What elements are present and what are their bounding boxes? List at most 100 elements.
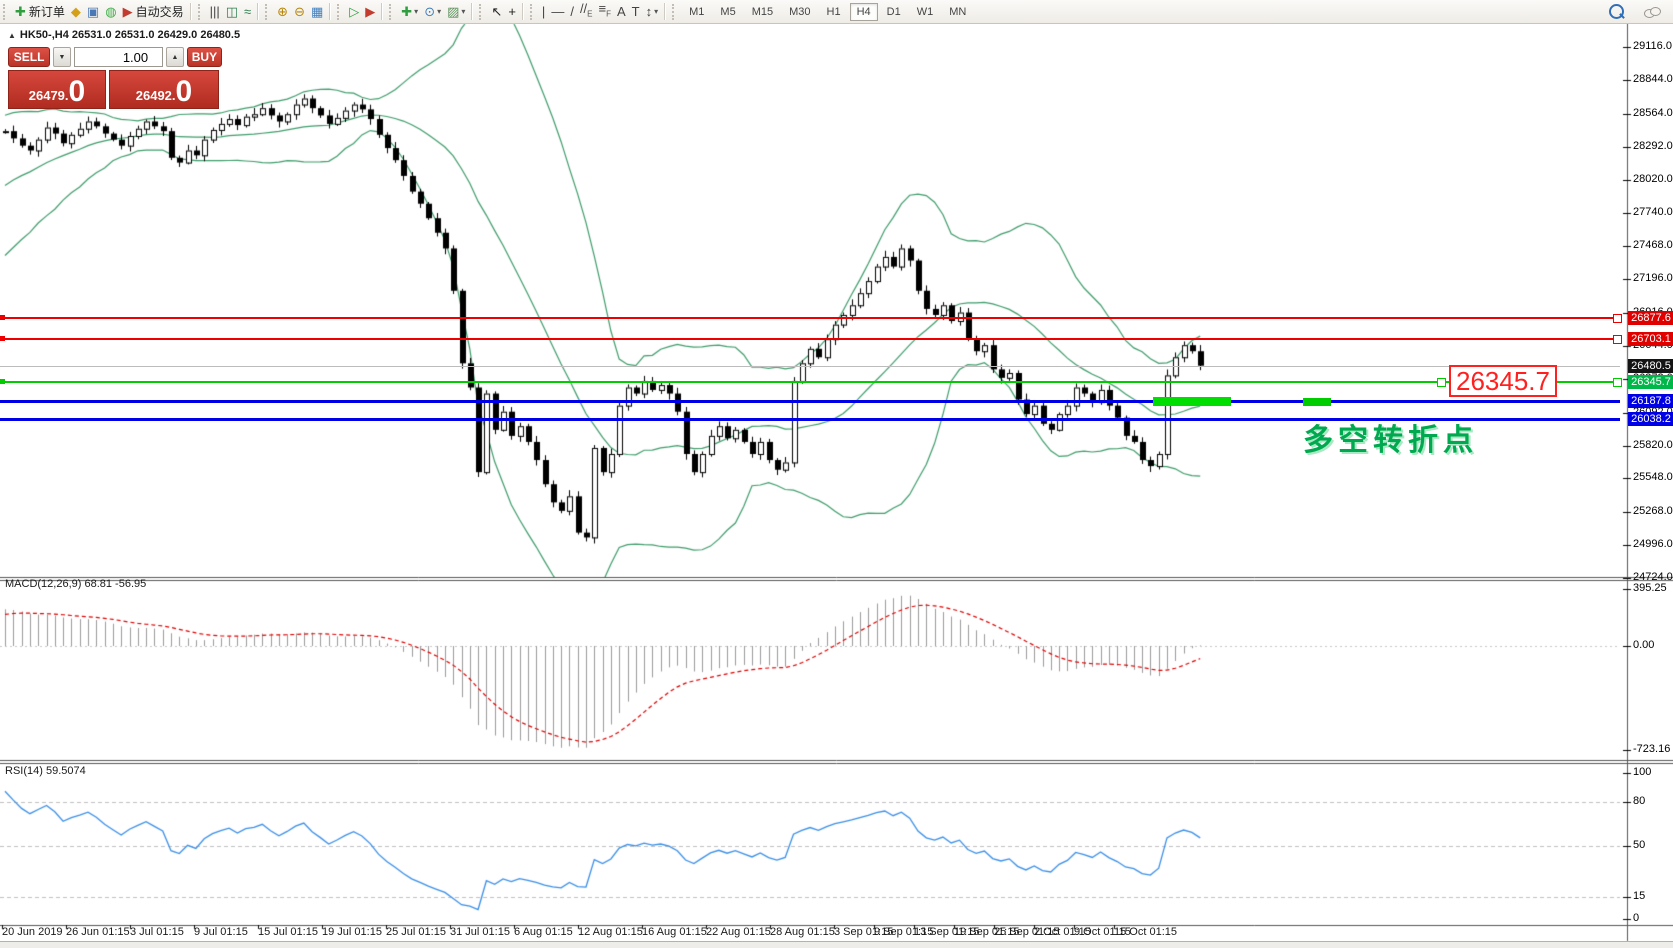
tile-windows-button[interactable]: ▦	[308, 2, 326, 22]
vertical-line-button[interactable]: |	[539, 2, 548, 22]
timeframe-h1-button[interactable]: H1	[820, 3, 848, 21]
sell-price-box[interactable]: 26479. 0	[8, 70, 106, 109]
toolbar-grip	[265, 3, 270, 20]
price-axis-tick: 27468.0	[1633, 239, 1673, 252]
status-bar	[0, 941, 1673, 948]
fibonacci-sub-letter: F	[606, 9, 611, 19]
volume-decrease-button[interactable]: ▼	[53, 47, 71, 67]
buy-button[interactable]: BUY	[186, 47, 222, 67]
toolbar-separator	[664, 3, 667, 20]
timeframe-m30-button[interactable]: M30	[782, 3, 817, 21]
volume-increase-button[interactable]: ▲	[166, 47, 184, 67]
crosshair-button[interactable]: +	[505, 2, 519, 22]
timeframe-m15-button[interactable]: M15	[745, 3, 780, 21]
search-button[interactable]	[1606, 2, 1627, 22]
new-order-label: 新订单	[28, 5, 65, 19]
fibonacci-button[interactable]: ≡F	[596, 1, 614, 22]
zoom-out-icon: ⊖	[294, 3, 305, 19]
line-end-handle[interactable]	[1613, 377, 1622, 387]
line-end-handle[interactable]	[1613, 313, 1622, 323]
date-axis-label: 15 Jul 01:15	[258, 926, 318, 938]
date-axis-label: 9 Jul 01:15	[194, 926, 248, 938]
new-order-button[interactable]: ✚ 新订单	[12, 2, 68, 22]
auto-trading-button[interactable]: ▶ 自动交易	[120, 2, 187, 22]
cursor-button[interactable]: ↖	[488, 2, 505, 22]
horizontal-line-object[interactable]	[0, 365, 1620, 367]
sell-button[interactable]: SELL	[8, 47, 51, 67]
date-axis-label: 31 Jul 01:15	[450, 926, 510, 938]
rsi-axis-tick: 15	[1633, 890, 1646, 903]
rsi-axis-tick: 80	[1633, 795, 1646, 808]
community-chat-button[interactable]	[1641, 2, 1663, 22]
macd-indicator-label: MACD(12,26,9) 68.81 -56.95	[5, 578, 147, 590]
templates-button[interactable]: ▨ ▾	[444, 2, 468, 22]
timeframe-mn-button[interactable]: MN	[942, 3, 973, 21]
periods-icon: ⊙	[424, 3, 436, 19]
volume-input[interactable]: 1.00	[73, 47, 164, 67]
signals-button[interactable]: ◍	[102, 2, 119, 22]
auto-scroll-button[interactable]: ▷	[346, 2, 362, 22]
templates-icon: ▨	[447, 3, 460, 19]
horizontal-line-button[interactable]: —	[548, 2, 567, 22]
green-line-midpoint-handle[interactable]	[1437, 377, 1446, 387]
periods-button[interactable]: ⊙ ▾	[421, 2, 444, 22]
chart-shift-button[interactable]: ▶	[362, 2, 378, 22]
price-axis-flag: 26345.7	[1628, 374, 1673, 389]
tile-windows-icon: ▦	[310, 3, 324, 19]
horizontal-line-object[interactable]	[0, 316, 1620, 319]
line-end-handle[interactable]	[1613, 334, 1622, 344]
templates-dropdown-icon[interactable]: ▾	[461, 7, 465, 16]
green-line-handle[interactable]	[1303, 398, 1331, 406]
timeframe-h4-button[interactable]: H4	[849, 2, 878, 21]
buy-price-frac: 0	[175, 75, 193, 108]
rsi-indicator-label: RSI(14) 59.5074	[5, 765, 86, 777]
buy-price-box[interactable]: 26492. 0	[109, 70, 219, 109]
market-watch-button[interactable]: ◆	[68, 2, 84, 22]
macd-axis-tick: -723.16	[1633, 743, 1671, 756]
periods-dropdown-icon[interactable]: ▾	[437, 7, 441, 16]
timeframe-w1-button[interactable]: W1	[910, 3, 941, 21]
price-callout-label[interactable]: 26345.7	[1449, 365, 1557, 397]
toolbar-grip	[3, 3, 8, 20]
data-window-icon: ▣	[86, 3, 100, 19]
search-icon	[1609, 4, 1624, 19]
line-start-handle[interactable]	[0, 314, 5, 320]
line-start-handle[interactable]	[0, 335, 5, 341]
horizontal-line-object[interactable]	[0, 337, 1620, 340]
chart-annotation-text[interactable]: 多空转折点	[1303, 415, 1478, 459]
thick-green-line-object[interactable]	[1153, 397, 1231, 406]
chart-shift-icon: ▶	[365, 3, 376, 19]
zoom-out-button[interactable]: ⊖	[291, 2, 308, 22]
trendline-button[interactable]: /	[567, 2, 577, 22]
horizontal-line-icon: —	[551, 3, 565, 19]
arrows-button[interactable]: ↕ ▾	[643, 2, 662, 22]
collapse-panel-icon[interactable]: ▲	[8, 31, 16, 40]
line-chart-button[interactable]: ≈	[241, 2, 254, 22]
date-axis-label: 12 Aug 01:15	[578, 926, 643, 938]
timeframe-m1-button[interactable]: M1	[682, 3, 711, 21]
equidistant-channel-sub-letter: E	[587, 9, 593, 19]
arrows-dropdown-icon[interactable]: ▾	[654, 7, 658, 16]
horizontal-line-object[interactable]	[0, 400, 1620, 404]
equidistant-channel-button[interactable]: //E	[577, 1, 596, 22]
timeframe-m5-button[interactable]: M5	[713, 3, 742, 21]
arrows-icon: ↕	[645, 3, 653, 19]
chart-canvas[interactable]	[0, 23, 1673, 948]
rsi-axis-tick: 50	[1633, 839, 1646, 851]
line-start-handle[interactable]	[0, 378, 5, 384]
indicators-button[interactable]: ✚ ▾	[398, 2, 421, 22]
candlestick-chart-button[interactable]: ◫	[223, 2, 241, 22]
indicators-dropdown-icon[interactable]: ▾	[414, 7, 418, 16]
timeframe-d1-button[interactable]: D1	[880, 3, 908, 21]
bar-chart-button[interactable]: |||	[207, 2, 223, 22]
zoom-in-button[interactable]: ⊕	[274, 2, 291, 22]
toolbar: ✚ 新订单 ◆ ▣ ◍ ▶ 自动交易 ||| ◫ ≈ ⊕ ⊖ ▦ ▷ ▶ ✚ ▾ ⊙ ▾ ▨ ▾ ↖ + | — ///E ≡F A T…	[0, 0, 1673, 24]
date-axis-label: 19 Jul 01:15	[322, 926, 382, 938]
price-axis-flag: 26480.5	[1628, 358, 1673, 373]
horizontal-line-object[interactable]	[0, 380, 1620, 383]
text-button[interactable]: A	[614, 2, 629, 22]
crosshair-icon: +	[508, 3, 516, 19]
text-label-button[interactable]: T	[629, 2, 643, 22]
data-window-button[interactable]: ▣	[84, 2, 102, 22]
signals-icon: ◍	[105, 3, 117, 19]
